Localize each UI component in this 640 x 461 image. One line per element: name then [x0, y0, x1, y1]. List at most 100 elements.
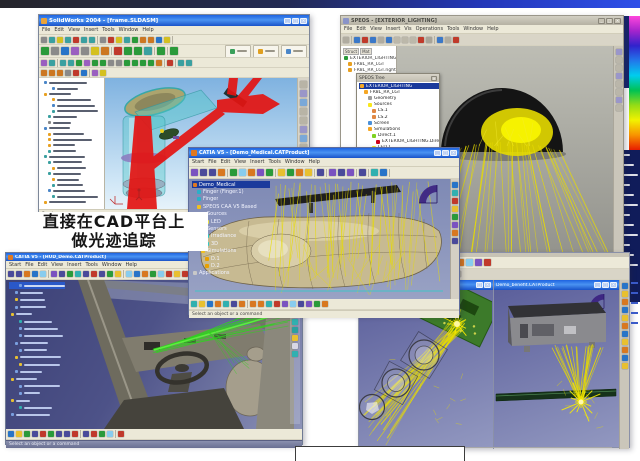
- menu-item[interactable]: Operations: [416, 26, 444, 32]
- tree-item[interactable]: [9, 361, 65, 368]
- toolbar-icon[interactable]: [484, 259, 491, 266]
- toolbar-icon[interactable]: [359, 169, 366, 176]
- tree-item[interactable]: [9, 289, 65, 296]
- toolbar-icon[interactable]: [49, 70, 55, 76]
- toolbar-icon[interactable]: [115, 271, 121, 277]
- toolbar-icon[interactable]: [75, 271, 81, 277]
- toolbar-icon[interactable]: [191, 169, 198, 176]
- toolbar-icon[interactable]: [287, 169, 294, 176]
- feature-tree-panel[interactable]: [39, 78, 105, 209]
- menu-item[interactable]: Tools: [102, 27, 114, 33]
- toolbar-icon[interactable]: [40, 271, 46, 277]
- toolbar-icon[interactable]: [64, 431, 70, 437]
- tree-item[interactable]: [9, 383, 65, 390]
- scroll-mark[interactable]: [616, 73, 622, 79]
- toolbar-icon[interactable]: [174, 271, 180, 277]
- toolbar-icon[interactable]: [108, 60, 114, 66]
- toolbar-icon[interactable]: [426, 37, 432, 43]
- toolbar-icon[interactable]: [231, 301, 237, 307]
- menu-item[interactable]: View: [68, 27, 80, 33]
- toolbar-icon[interactable]: [81, 47, 89, 55]
- toolbar-icon[interactable]: [347, 169, 354, 176]
- tree-item[interactable]: EXTERIOR_LIGHTING_rev: [343, 55, 396, 61]
- view-tool-icon[interactable]: [622, 307, 628, 313]
- menu-item[interactable]: Insert: [67, 262, 81, 268]
- toolbar-icon[interactable]: [67, 271, 73, 277]
- menu-item[interactable]: Insert: [250, 159, 264, 165]
- toolbar-icon[interactable]: [371, 169, 378, 176]
- maximize-button[interactable]: □: [602, 282, 609, 288]
- view-tool-icon[interactable]: [452, 198, 458, 204]
- menu-item[interactable]: Edit: [54, 27, 64, 33]
- viewer-scroll-strip[interactable]: [613, 46, 623, 271]
- toolbar-icon[interactable]: [132, 37, 138, 43]
- tree-item[interactable]: Finger: [192, 196, 270, 203]
- tree-item[interactable]: [9, 375, 65, 382]
- scroll-mark[interactable]: [616, 105, 622, 111]
- toolbar-icon[interactable]: [296, 169, 303, 176]
- view-tool-icon[interactable]: [292, 327, 298, 333]
- toolbar-icon[interactable]: [186, 60, 192, 66]
- toolbar-icon[interactable]: [223, 301, 229, 307]
- menu-item[interactable]: View: [51, 262, 63, 268]
- toolbar-icon[interactable]: [329, 169, 336, 176]
- view-tool-icon[interactable]: [300, 117, 307, 124]
- toolbar-icon[interactable]: [92, 60, 98, 66]
- view-tool-icon[interactable]: [452, 190, 458, 196]
- toolbar-icon[interactable]: [274, 301, 280, 307]
- toolbar-icon[interactable]: [230, 169, 237, 176]
- toolbar-group-button[interactable]: [281, 45, 307, 58]
- close-button[interactable]: ×: [300, 18, 307, 24]
- toolbar-icon[interactable]: [148, 37, 154, 43]
- toolbar-icon[interactable]: [99, 271, 105, 277]
- tree-item[interactable]: [9, 390, 65, 397]
- toolbar-icon[interactable]: [317, 169, 324, 176]
- toolbar-icon[interactable]: [81, 70, 87, 76]
- toolbar-icon[interactable]: [282, 301, 288, 307]
- toolbar-icon[interactable]: [386, 37, 392, 43]
- toolbar-icon[interactable]: [124, 47, 132, 55]
- minimize-button[interactable]: _: [284, 18, 291, 24]
- toolbar-icon[interactable]: [306, 301, 312, 307]
- toolbar-icon[interactable]: [445, 37, 451, 43]
- toolbar-icon[interactable]: [199, 301, 205, 307]
- scroll-mark[interactable]: [616, 89, 622, 95]
- toolbar-icon[interactable]: [178, 60, 184, 66]
- toolbar-icon[interactable]: [116, 37, 122, 43]
- toolbar-icon[interactable]: [49, 60, 55, 66]
- tree-item[interactable]: D.1: [192, 255, 270, 262]
- toolbar-icon[interactable]: [248, 169, 255, 176]
- toolbar-icon[interactable]: [215, 301, 221, 307]
- toolbar-icon[interactable]: [101, 47, 109, 55]
- toolbar-icon[interactable]: [16, 271, 22, 277]
- tree-item[interactable]: [9, 397, 65, 404]
- toolbar-icon[interactable]: [107, 431, 113, 437]
- medical-viewport[interactable]: Demo_MedicalFinger (Finger.1)FingerSPEOS…: [189, 179, 450, 299]
- dialog-titlebar[interactable]: SPEOS Tree ×: [357, 74, 439, 82]
- tree-item[interactable]: [9, 296, 65, 303]
- toolbar-icon[interactable]: [126, 271, 132, 277]
- tree-item[interactable]: D.2: [192, 262, 270, 269]
- view-tool-icon[interactable]: [300, 135, 307, 142]
- tree-item[interactable]: [9, 368, 65, 375]
- menu-item[interactable]: Window: [285, 159, 305, 165]
- toolbar-icon[interactable]: [418, 37, 424, 43]
- toolbar-icon[interactable]: [164, 37, 170, 43]
- menu-item[interactable]: File: [42, 27, 50, 33]
- toolbar-icon[interactable]: [298, 301, 304, 307]
- toolbar-icon[interactable]: [83, 271, 89, 277]
- menu-item[interactable]: Edit: [356, 26, 366, 32]
- toolbar-icon[interactable]: [124, 60, 130, 66]
- toolbar-icon[interactable]: [73, 70, 79, 76]
- toolbar-icon[interactable]: [41, 70, 47, 76]
- toolbar-icon[interactable]: [466, 259, 473, 266]
- view-tool-icon[interactable]: [300, 90, 307, 97]
- view-tool-icon[interactable]: [622, 331, 628, 337]
- toolbar-icon[interactable]: [73, 37, 79, 43]
- menu-item[interactable]: Help: [142, 27, 153, 33]
- toolbar-icon[interactable]: [410, 37, 416, 43]
- toolbar-icon[interactable]: [218, 169, 225, 176]
- toolbar-icon[interactable]: [56, 431, 62, 437]
- toolbar-icon[interactable]: [83, 431, 89, 437]
- toolbar-icon[interactable]: [100, 70, 106, 76]
